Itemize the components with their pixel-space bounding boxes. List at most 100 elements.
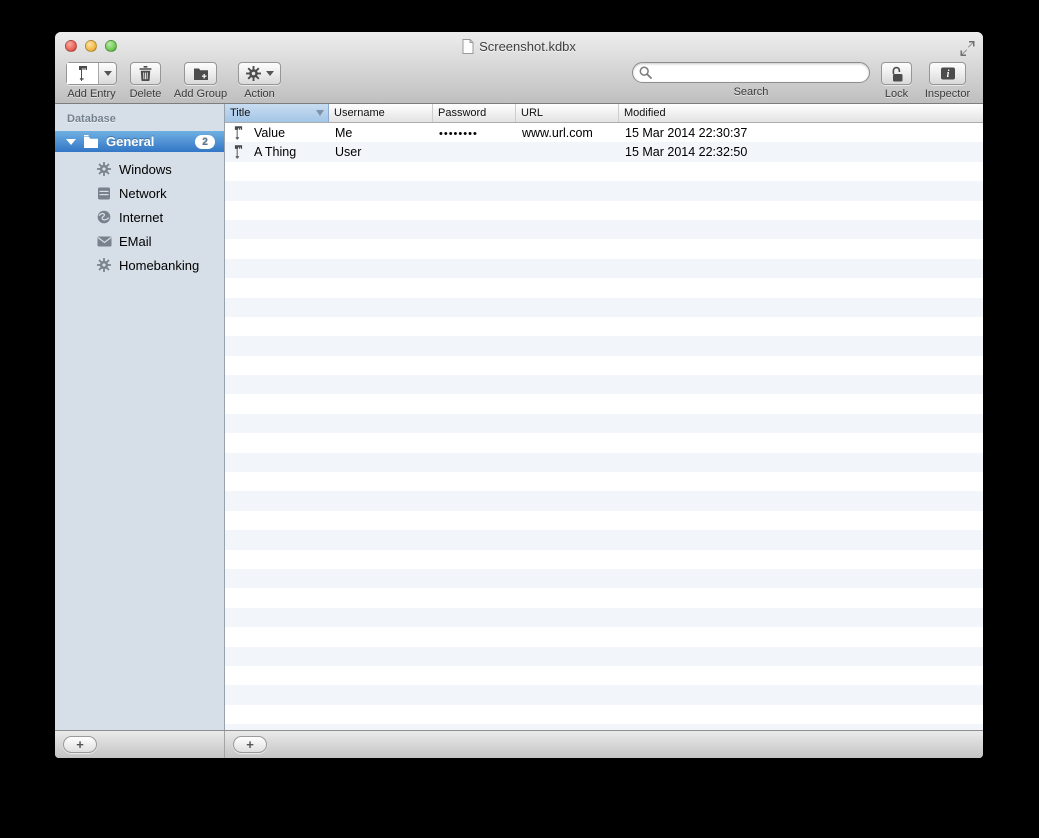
add-entry-dropdown[interactable] bbox=[99, 63, 116, 84]
table-row-empty[interactable] bbox=[225, 568, 983, 589]
table-row-empty[interactable] bbox=[225, 491, 983, 511]
title-cell bbox=[225, 397, 329, 411]
table-row-empty[interactable] bbox=[225, 219, 983, 240]
password-cell bbox=[433, 306, 516, 308]
sidebar-item-general[interactable]: General 2 bbox=[55, 131, 224, 152]
sidebar-item[interactable]: Network bbox=[55, 181, 224, 205]
sidebar-item-label: Windows bbox=[119, 161, 172, 177]
add-entry-button[interactable] bbox=[66, 62, 117, 85]
lock-tool: Lock bbox=[881, 62, 912, 100]
key-icon bbox=[234, 125, 243, 140]
sort-descending-icon bbox=[316, 110, 324, 116]
delete-label: Delete bbox=[129, 88, 162, 100]
table-row-empty[interactable] bbox=[225, 646, 983, 666]
table-row-empty[interactable] bbox=[225, 666, 983, 685]
password-cell bbox=[433, 520, 516, 522]
add-group-footer-button[interactable]: + bbox=[63, 736, 97, 753]
table-row-empty[interactable] bbox=[225, 530, 983, 550]
password-cell bbox=[433, 461, 516, 463]
table-row-empty[interactable] bbox=[225, 258, 983, 279]
table-row-empty[interactable] bbox=[225, 433, 983, 452]
column-header-password[interactable]: Password bbox=[433, 104, 516, 122]
table-row-empty[interactable] bbox=[225, 550, 983, 569]
title-cell bbox=[225, 572, 329, 586]
column-header-title[interactable]: Title bbox=[225, 104, 329, 122]
sidebar-item[interactable]: Homebanking bbox=[55, 253, 224, 277]
fullscreen-icon[interactable] bbox=[960, 41, 975, 56]
table-row-empty[interactable] bbox=[225, 201, 983, 220]
title-cell bbox=[225, 494, 329, 508]
table-row[interactable]: Value Me •••••••• www.url.com 15 Mar 201… bbox=[225, 123, 983, 142]
title-cell bbox=[225, 223, 329, 237]
column-header-username[interactable]: Username bbox=[329, 104, 433, 122]
column-header-url[interactable]: URL bbox=[516, 104, 619, 122]
action-label: Action bbox=[244, 88, 275, 100]
search-input[interactable] bbox=[632, 62, 870, 83]
info-icon: i bbox=[940, 67, 955, 80]
entry-table: Title Username Password URL Modified Val… bbox=[225, 104, 983, 730]
password-cell bbox=[433, 694, 516, 696]
password-cell bbox=[433, 403, 516, 405]
table-row-empty[interactable] bbox=[225, 413, 983, 434]
sidebar-item-label: Network bbox=[119, 185, 167, 201]
zoom-button[interactable] bbox=[105, 40, 117, 52]
minimize-button[interactable] bbox=[85, 40, 97, 52]
url-cell: www.url.com bbox=[522, 125, 593, 140]
delete-button[interactable] bbox=[130, 62, 161, 85]
add-entry-tool: Add Entry bbox=[66, 62, 117, 100]
action-button[interactable] bbox=[238, 62, 281, 85]
sidebar-item-label: Internet bbox=[119, 209, 164, 225]
table-row-empty[interactable] bbox=[225, 317, 983, 336]
sidebar-item[interactable]: Internet bbox=[55, 205, 224, 229]
add-entry-footer-button[interactable]: + bbox=[233, 736, 267, 753]
table-row-empty[interactable] bbox=[225, 705, 983, 724]
sidebar-subgroups: Windows Network Internet EMail Homebanki… bbox=[55, 157, 224, 277]
table-row-empty[interactable] bbox=[225, 607, 983, 628]
table-row-empty[interactable] bbox=[225, 588, 983, 607]
traffic-lights bbox=[65, 40, 117, 52]
table-row-empty[interactable] bbox=[225, 181, 983, 201]
table-row-empty[interactable] bbox=[225, 472, 983, 491]
table-row-empty[interactable] bbox=[225, 627, 983, 646]
table-row-empty[interactable] bbox=[225, 278, 983, 297]
password-cell bbox=[433, 345, 516, 347]
title-cell bbox=[225, 591, 329, 605]
document-icon bbox=[462, 38, 474, 54]
sidebar-item-label: General bbox=[106, 134, 155, 149]
table-row-empty[interactable] bbox=[225, 452, 983, 473]
table-row-empty[interactable] bbox=[225, 375, 983, 395]
column-header-modified[interactable]: Modified bbox=[619, 104, 983, 122]
action-tool: Action bbox=[238, 62, 281, 100]
table-row-empty[interactable] bbox=[225, 511, 983, 530]
gear-icon bbox=[96, 257, 112, 273]
table-row-empty[interactable] bbox=[225, 356, 983, 375]
table-row-empty[interactable] bbox=[225, 297, 983, 317]
title-cell bbox=[225, 475, 329, 489]
title-cell bbox=[225, 436, 329, 450]
sidebar-item[interactable]: EMail bbox=[55, 229, 224, 253]
search-tool: Search bbox=[632, 62, 870, 98]
password-cell bbox=[433, 616, 516, 618]
table-row-empty[interactable] bbox=[225, 336, 983, 356]
table-header: Title Username Password URL Modified bbox=[225, 104, 983, 123]
password-cell bbox=[433, 675, 516, 677]
table-row[interactable]: A Thing User 15 Mar 2014 22:32:50 bbox=[225, 142, 983, 162]
password-cell: •••••••• bbox=[439, 127, 478, 140]
password-cell bbox=[433, 248, 516, 250]
table-row-empty[interactable] bbox=[225, 685, 983, 705]
table-row-empty[interactable] bbox=[225, 394, 983, 413]
lock-button[interactable] bbox=[881, 62, 912, 85]
table-row-empty[interactable] bbox=[225, 239, 983, 258]
sidebar-item[interactable]: Windows bbox=[55, 157, 224, 181]
title-cell bbox=[225, 552, 329, 566]
inspector-button[interactable]: i bbox=[929, 62, 966, 85]
password-cell bbox=[433, 713, 516, 715]
disclosure-triangle-icon[interactable] bbox=[66, 138, 76, 145]
close-button[interactable] bbox=[65, 40, 77, 52]
add-group-button[interactable] bbox=[184, 62, 217, 85]
title-cell bbox=[225, 184, 329, 198]
table-row-empty[interactable] bbox=[225, 162, 983, 181]
bottom-bar: + + bbox=[55, 730, 983, 758]
title-cell bbox=[225, 203, 329, 217]
password-cell bbox=[433, 423, 516, 425]
